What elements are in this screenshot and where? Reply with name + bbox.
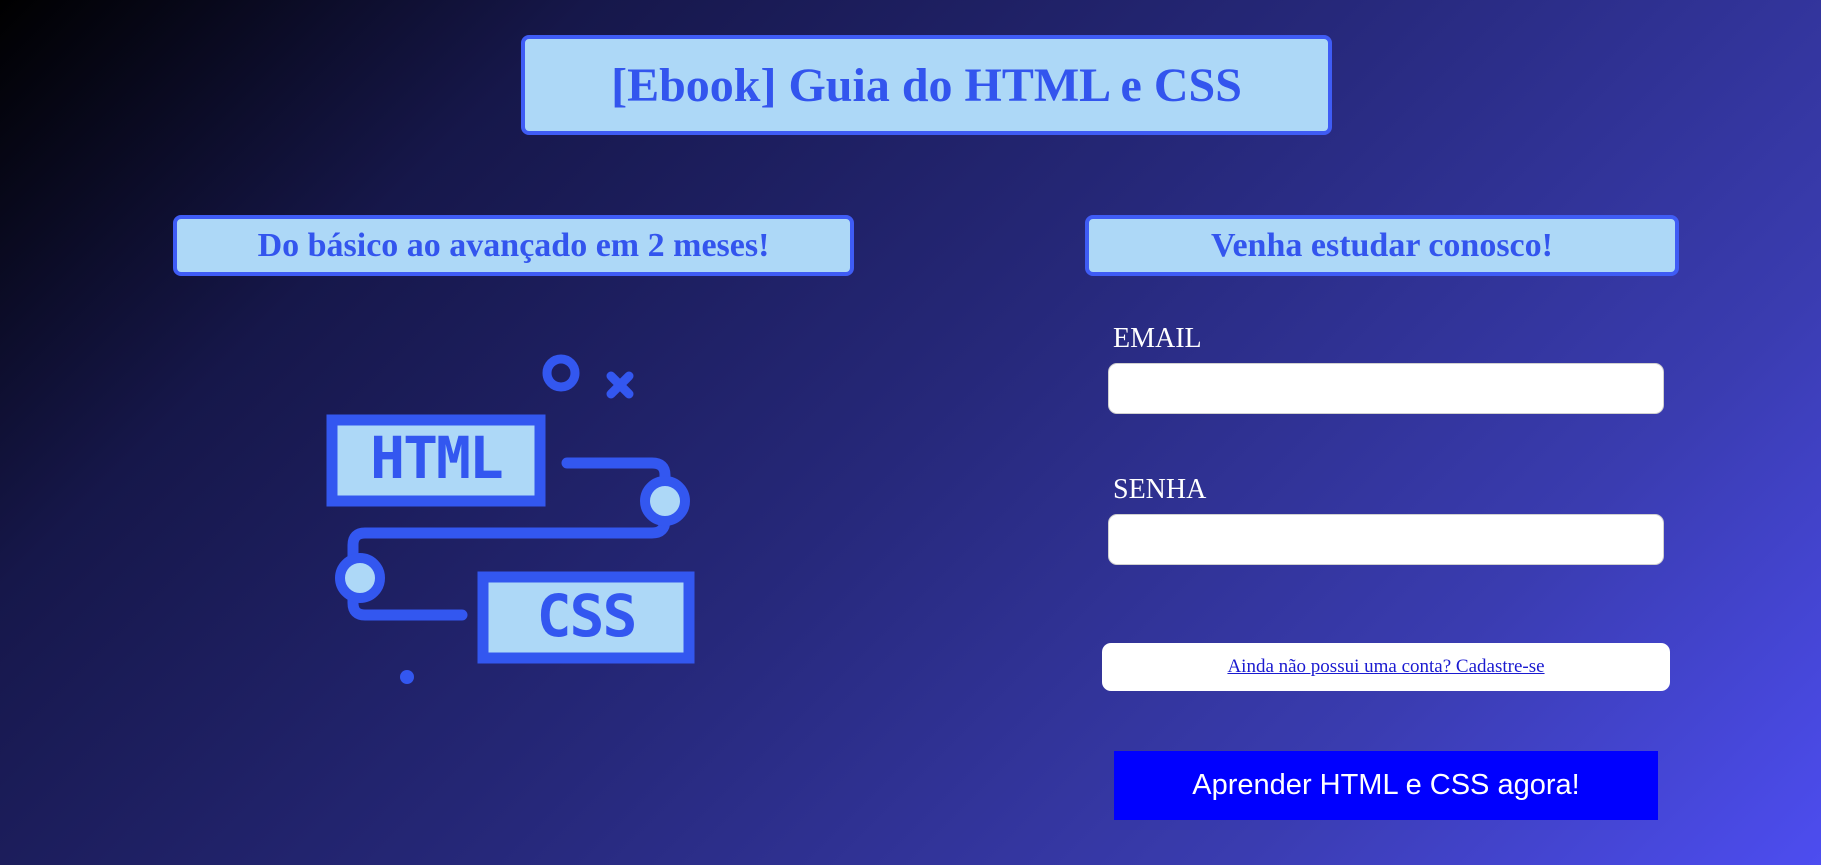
left-subtitle: Do básico ao avançado em 2 meses! <box>257 226 770 264</box>
dot-decoration <box>400 670 414 684</box>
html-css-roadmap-icon: HTML CSS <box>326 354 695 684</box>
right-subtitle: Venha estudar conosco! <box>1211 226 1553 264</box>
signup-box: Ainda não possui uma conta? Cadastre-se <box>1102 643 1670 691</box>
password-field[interactable] <box>1108 514 1664 565</box>
right-subtitle-box: Venha estudar conosco! <box>1085 215 1679 276</box>
email-field[interactable] <box>1108 363 1664 414</box>
password-label: SENHA <box>1113 474 1207 505</box>
css-label: CSS <box>537 582 636 650</box>
page-title: [Ebook] Guia do HTML e CSS <box>521 35 1332 135</box>
node-right <box>640 476 690 526</box>
html-label: HTML <box>370 424 502 492</box>
email-label: EMAIL <box>1113 323 1202 354</box>
left-subtitle-box: Do básico ao avançado em 2 meses! <box>173 215 854 276</box>
ring-decoration <box>542 354 580 392</box>
submit-button[interactable]: Aprender HTML e CSS agora! <box>1114 751 1658 820</box>
page-title-text: [Ebook] Guia do HTML e CSS <box>611 58 1242 112</box>
signup-link[interactable]: Ainda não possui uma conta? Cadastre-se <box>1227 656 1544 678</box>
x-mark-icon <box>606 371 634 399</box>
node-left <box>335 553 385 603</box>
